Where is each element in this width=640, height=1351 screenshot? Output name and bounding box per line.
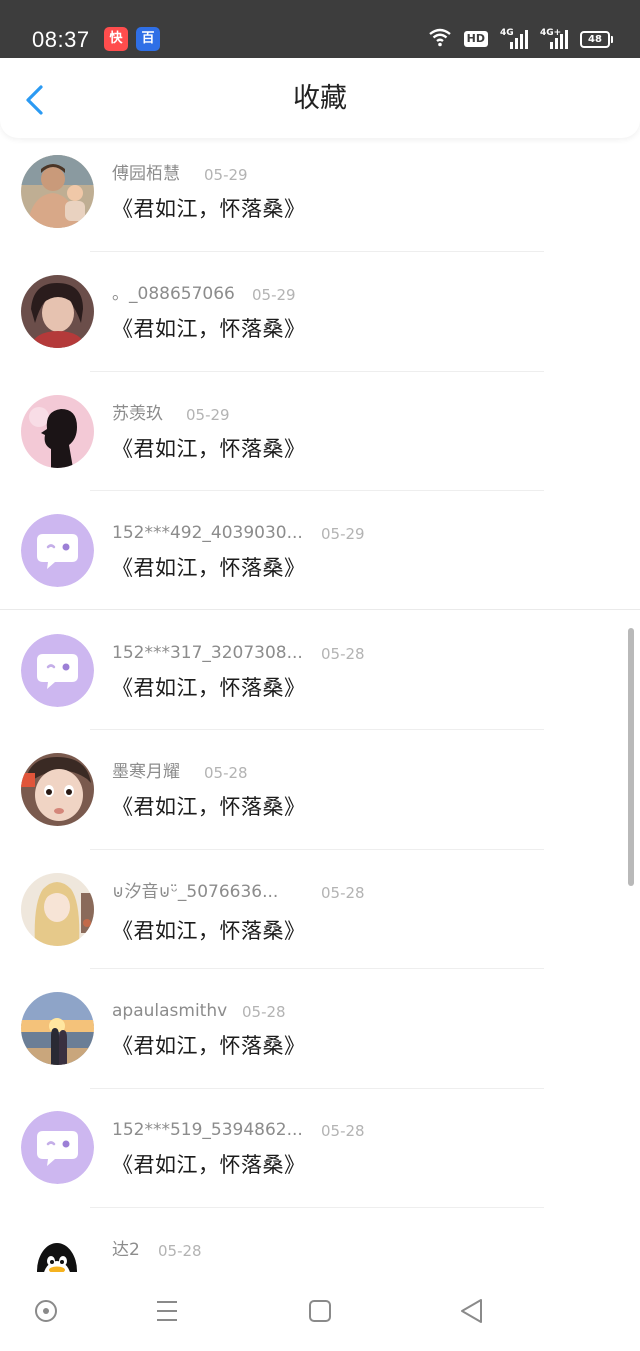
novel-title[interactable]: 《君如江，怀落桑》 <box>112 793 306 821</box>
user-name: 。_088657066 <box>112 284 235 304</box>
avatar[interactable] <box>21 753 94 826</box>
battery-icon: 48 <box>580 30 613 48</box>
novel-title[interactable]: 《君如江，怀落桑》 <box>112 435 306 463</box>
signal-icon-sim1: 4G <box>500 28 528 50</box>
kuaishou-app-icon: 快 <box>104 27 128 51</box>
novel-title[interactable]: 《君如江，怀落桑》 <box>112 917 306 945</box>
favorite-date: 05-28 <box>321 645 365 663</box>
divider <box>90 1088 544 1089</box>
back-triangle-button[interactable] <box>450 1289 494 1333</box>
status-time: 08:37 <box>32 27 90 52</box>
favorites-list[interactable]: 傅园栢慧 05-29 《君如江，怀落桑》 。_088657066 05-29 《… <box>0 138 640 1272</box>
divider <box>90 1207 544 1208</box>
favorite-item[interactable]: 152***519_5394862... 05-28 《君如江，怀落桑》 <box>0 1094 640 1213</box>
favorite-item[interactable]: 。_088657066 05-29 《君如江，怀落桑》 <box>0 258 640 377</box>
avatar[interactable] <box>21 873 94 946</box>
novel-title[interactable]: 《君如江，怀落桑》 <box>112 554 306 582</box>
user-name: 152***317_3207308... <box>112 643 303 663</box>
default-avatar[interactable] <box>21 514 94 587</box>
favorite-date: 05-28 <box>321 884 365 902</box>
favorite-item[interactable]: 152***317_3207308... 05-28 《君如江，怀落桑》 <box>0 617 640 736</box>
page-title: 收藏 <box>293 83 347 114</box>
hamburger-icon <box>157 1301 177 1321</box>
avatar[interactable] <box>21 155 94 228</box>
favorite-date: 05-29 <box>321 525 365 543</box>
favorite-date: 05-29 <box>252 286 296 304</box>
novel-title[interactable]: 《君如江，怀落桑》 <box>112 1032 306 1060</box>
divider <box>90 849 544 850</box>
favorite-date: 05-28 <box>321 1122 365 1140</box>
status-bar: 08:37 快 百 HD 4G 4G+ 48 <box>0 0 640 58</box>
favorite-date: 05-28 <box>158 1242 202 1260</box>
default-avatar[interactable] <box>21 634 94 707</box>
favorite-date: 05-28 <box>204 764 248 782</box>
divider <box>90 968 544 969</box>
user-name: 墨寒月耀 <box>112 762 180 782</box>
triangle-back-icon <box>461 1299 482 1323</box>
avatar[interactable] <box>21 992 94 1065</box>
system-navigation-bar <box>0 1272 640 1351</box>
menu-button[interactable] <box>145 1289 189 1333</box>
divider <box>90 371 544 372</box>
square-icon <box>309 1300 331 1322</box>
favorite-item[interactable]: ⊍汐音⊍ᵕ̈_5076636... 05-28 《君如江，怀落桑》 <box>0 856 640 975</box>
wifi-icon <box>428 27 452 51</box>
favorite-item[interactable]: 苏羡玖 05-29 《君如江，怀落桑》 <box>0 378 640 497</box>
page-header: 收藏 <box>0 58 640 138</box>
user-name: 152***519_5394862... <box>112 1120 303 1140</box>
circle-dot-icon <box>35 1300 57 1322</box>
favorite-item[interactable]: 达2 05-28 <box>0 1214 640 1272</box>
favorite-item[interactable]: 墨寒月耀 05-28 《君如江，怀落桑》 <box>0 736 640 855</box>
assistant-circle-button[interactable] <box>24 1289 68 1333</box>
baidu-app-icon: 百 <box>136 27 160 51</box>
home-button[interactable] <box>298 1289 342 1333</box>
scrollbar[interactable] <box>628 628 634 886</box>
divider <box>90 251 544 252</box>
favorite-date: 05-28 <box>242 1003 286 1021</box>
divider <box>90 729 544 730</box>
divider <box>0 609 640 610</box>
favorite-item[interactable]: 傅园栢慧 05-29 《君如江，怀落桑》 <box>0 138 640 257</box>
user-name: ⊍汐音⊍ᵕ̈_5076636... <box>112 882 279 902</box>
user-name: 152***492_4039030... <box>112 523 303 543</box>
hd-voice-badge: HD <box>463 31 488 47</box>
favorite-date: 05-29 <box>204 166 248 184</box>
user-name: 傅园栢慧 <box>112 164 180 184</box>
avatar[interactable] <box>21 275 94 348</box>
qq-penguin-avatar[interactable] <box>21 1231 94 1272</box>
user-name: 苏羡玖 <box>112 404 163 424</box>
status-indicators: HD 4G 4G+ 48 <box>428 27 613 51</box>
favorite-item[interactable]: apaulasmithv 05-28 《君如江，怀落桑》 <box>0 975 640 1094</box>
user-name: apaulasmithv <box>112 1001 228 1021</box>
novel-title[interactable]: 《君如江，怀落桑》 <box>112 195 306 223</box>
divider <box>90 490 544 491</box>
signal-icon-sim2: 4G+ <box>540 28 568 50</box>
novel-title[interactable]: 《君如江，怀落桑》 <box>112 674 306 702</box>
avatar[interactable] <box>21 395 94 468</box>
user-name: 达2 <box>112 1240 140 1260</box>
favorite-date: 05-29 <box>186 406 230 424</box>
default-avatar[interactable] <box>21 1111 94 1184</box>
favorite-item[interactable]: 152***492_4039030... 05-29 《君如江，怀落桑》 <box>0 497 640 616</box>
novel-title[interactable]: 《君如江，怀落桑》 <box>112 1151 306 1179</box>
novel-title[interactable]: 《君如江，怀落桑》 <box>112 315 306 343</box>
